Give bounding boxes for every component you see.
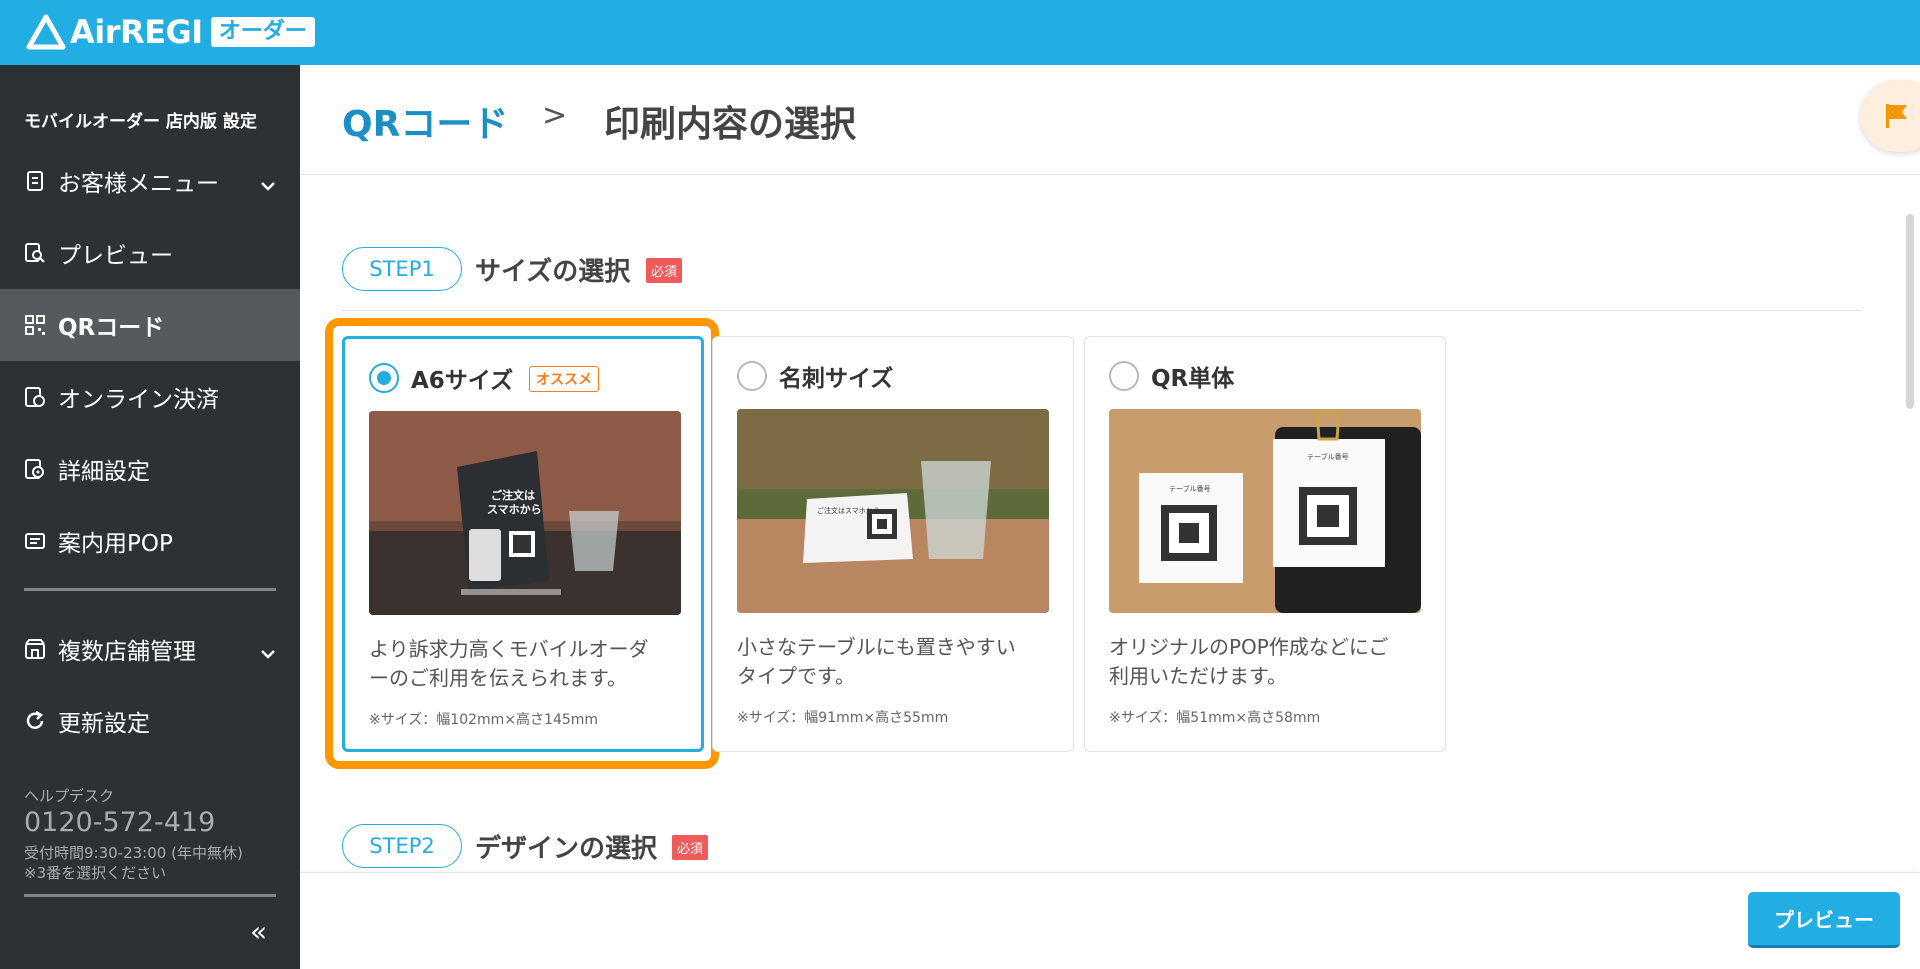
sidebar-item-label: プレビュー [58, 243, 173, 269]
size-option-a6[interactable]: A6サイズ オススメ ご注文は スマホから より訴求力高くモバイルオーダ ーのご… [342, 336, 704, 752]
content-scrollbar[interactable] [1906, 214, 1914, 409]
card-label: A6サイズ [411, 368, 514, 394]
qr-only-photo: テーブル番号 テーブル番号 [1109, 409, 1421, 613]
sidebar-item-detail-settings[interactable]: 詳細設定 [0, 433, 300, 505]
sidebar-divider [24, 894, 276, 897]
qr-icon [24, 314, 46, 336]
helpdesk-note: ※3番を選択ください [24, 864, 167, 882]
payment-icon [24, 386, 46, 408]
step2-title: デザインの選択 [475, 834, 658, 864]
sidebar-item-label: 複数店舗管理 [58, 639, 196, 665]
business-card-stand-photo: ご注文はスマホから [737, 409, 1049, 613]
airregi-logo-icon [26, 14, 66, 50]
pop-icon [24, 530, 46, 552]
card-size-note: ※サイズ：幅91mm×高さ55mm [737, 710, 949, 726]
preview-button[interactable]: プレビュー [1748, 892, 1900, 948]
helpdesk-hours: 受付時間9:30-23:00 (年中無休) [24, 844, 243, 862]
flag-icon [1884, 102, 1910, 134]
size-option-qr-only[interactable]: QR単体 テーブル番号 テーブル番号 オリジナルのPOP作成などにご 利用いただ… [1084, 336, 1446, 752]
helpdesk-label: ヘルプデスク [24, 787, 115, 805]
required-badge: 必須 [646, 258, 683, 283]
sidebar-item-customer-menu[interactable]: お客様メニュー [0, 145, 300, 217]
sidebar-item-label: お客様メニュー [58, 171, 219, 197]
photo-text: テーブル番号 [1307, 452, 1349, 461]
sidebar: モバイルオーダー 店内版 設定 お客様メニュー プレビュー QRコード オンライ… [0, 65, 300, 969]
app-logo[interactable]: AirREGI オーダー [26, 12, 315, 52]
radio-button-business-card[interactable] [737, 361, 767, 391]
photo-text: ご注文は [491, 488, 535, 502]
sidebar-item-multi-store[interactable]: 複数店舗管理 [0, 613, 300, 685]
sidebar-item-label: QRコード [58, 315, 165, 341]
sidebar-item-update-settings[interactable]: 更新設定 [0, 685, 300, 757]
chevron-down-icon [260, 639, 276, 665]
refresh-icon [24, 710, 46, 732]
footer-bar [300, 872, 1920, 969]
card-description: 小さなテーブルにも置きやすい タイプです。 [737, 635, 1016, 688]
step1-title: サイズの選択 [475, 257, 631, 287]
card-label: QR単体 [1151, 366, 1235, 392]
card-label: 名刺サイズ [779, 366, 894, 392]
sidebar-item-label: オンライン決済 [58, 387, 219, 413]
card-size-note: ※サイズ：幅51mm×高さ58mm [1109, 710, 1321, 726]
step1-pill: STEP1 [342, 247, 462, 291]
step-divider [342, 310, 1862, 311]
sidebar-item-label: 案内用POP [58, 531, 173, 557]
sidebar-item-preview[interactable]: プレビュー [0, 217, 300, 289]
menu-doc-icon [24, 170, 46, 192]
breadcrumb-qr-link[interactable]: QRコード [342, 95, 508, 147]
top-bar: AirREGI オーダー [0, 0, 1920, 65]
logo-badge: オーダー [210, 17, 315, 47]
step2-pill: STEP2 [342, 824, 462, 868]
photo-text: スマホから [487, 503, 542, 516]
sidebar-item-label: 更新設定 [58, 711, 150, 737]
store-icon [24, 638, 46, 660]
collapse-sidebar-button[interactable]: « [250, 915, 267, 948]
card-size-note: ※サイズ：幅102mm×高さ145mm [369, 712, 599, 728]
a6-stand-photo: ご注文は スマホから [369, 411, 681, 615]
sidebar-item-guide-pop[interactable]: 案内用POP [0, 505, 300, 577]
sidebar-item-online-payment[interactable]: オンライン決済 [0, 361, 300, 433]
page-title: 印刷内容の選択 [604, 104, 857, 145]
sidebar-heading: モバイルオーダー 店内版 設定 [24, 112, 257, 132]
breadcrumb-separator: > [542, 98, 568, 133]
helpdesk-phone: 0120-572-419 [24, 807, 216, 838]
logo-text: AirREGI [70, 13, 203, 51]
recommended-badge: オススメ [529, 366, 599, 392]
chevron-down-icon [260, 171, 276, 197]
radio-button-qr-only[interactable] [1109, 361, 1139, 391]
size-option-business-card[interactable]: 名刺サイズ ご注文はスマホから 小さなテーブルにも置きやすい タイプです。 ※サ… [712, 336, 1074, 752]
photo-text: テーブル番号 [1169, 484, 1211, 493]
settings-gear-icon [24, 458, 46, 480]
required-badge: 必須 [672, 835, 709, 860]
sidebar-item-qr-code[interactable]: QRコード [0, 289, 300, 361]
radio-button-a6[interactable] [369, 363, 399, 393]
preview-search-icon [24, 242, 46, 264]
sidebar-divider [24, 588, 276, 591]
card-description: より訴求力高くモバイルオーダ ーのご利用を伝えられます。 [369, 637, 649, 690]
card-description: オリジナルのPOP作成などにご 利用いただけます。 [1109, 635, 1389, 688]
sidebar-item-label: 詳細設定 [58, 459, 150, 485]
